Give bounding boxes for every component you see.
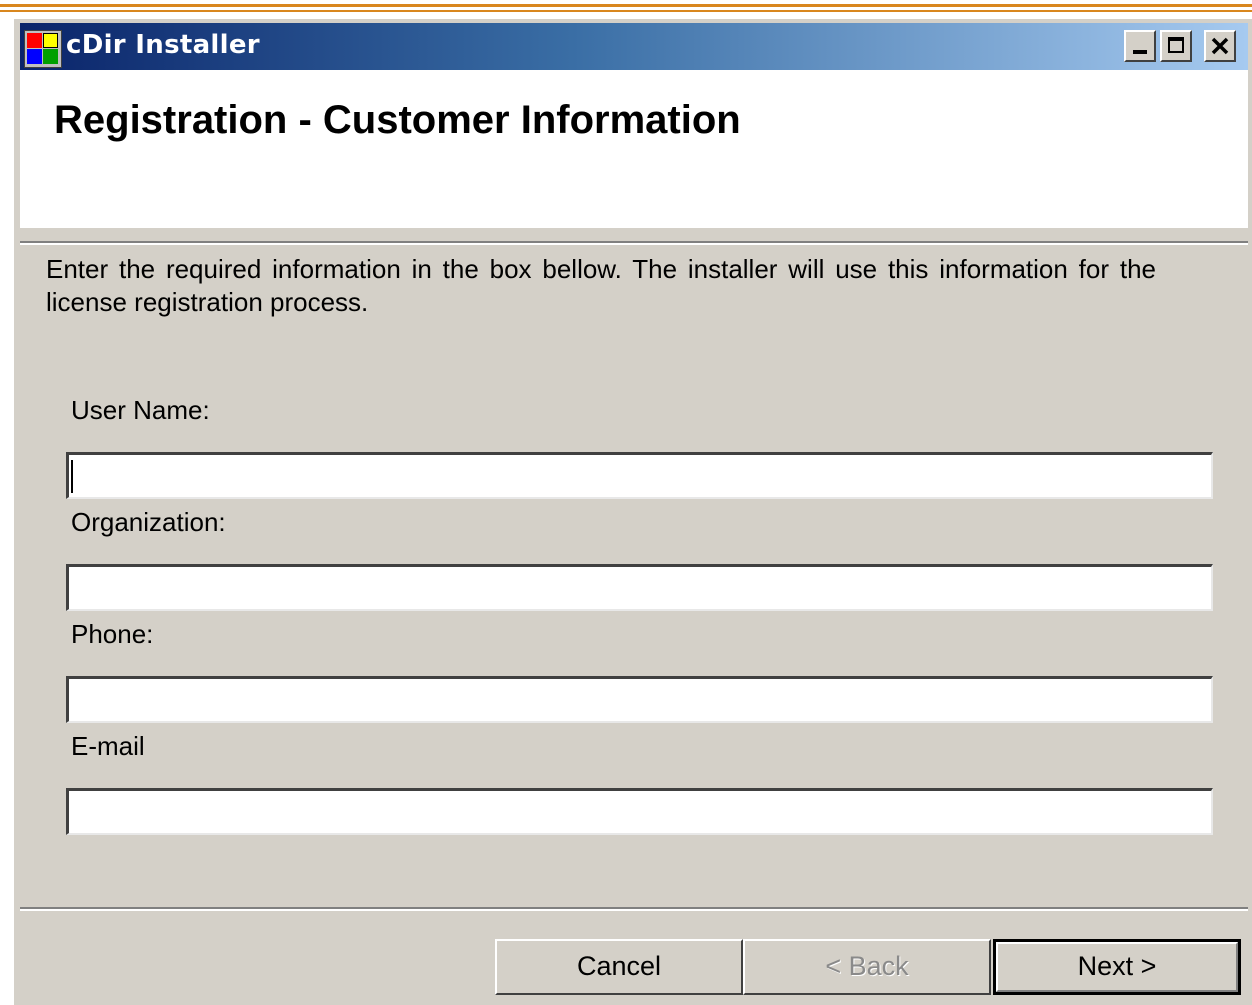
page-title: Registration - Customer Information	[54, 98, 741, 142]
title-bar[interactable]: cDir Installer	[20, 23, 1248, 70]
user-name-label: User Name:	[71, 395, 210, 425]
maximize-button[interactable]	[1160, 30, 1192, 62]
installer-window: cDir Installer Registration - Customer I…	[12, 17, 1252, 1005]
header-divider	[20, 241, 1248, 245]
close-icon	[1211, 37, 1229, 55]
phone-field[interactable]	[66, 676, 1213, 723]
close-button[interactable]	[1204, 30, 1236, 62]
footer-divider	[20, 907, 1248, 911]
user-name-field[interactable]	[66, 452, 1213, 499]
next-button[interactable]: Next >	[993, 939, 1241, 995]
text-caret	[71, 460, 73, 493]
minimize-icon	[1133, 50, 1147, 54]
organization-field[interactable]	[66, 564, 1213, 611]
app-icon[interactable]	[24, 30, 62, 68]
email-field[interactable]	[66, 788, 1213, 835]
page-top-rule	[0, 0, 1252, 16]
minimize-button[interactable]	[1124, 30, 1156, 62]
phone-label: Phone:	[71, 619, 154, 649]
cancel-button[interactable]: Cancel	[495, 939, 743, 995]
organization-label: Organization:	[71, 507, 226, 537]
email-label: E-mail	[71, 731, 145, 761]
header-panel: Registration - Customer Information	[20, 70, 1248, 228]
window-title: cDir Installer	[66, 30, 260, 60]
intro-text: Enter the required information in the bo…	[46, 254, 1156, 317]
back-button[interactable]: < Back	[743, 939, 991, 995]
maximize-icon	[1168, 37, 1184, 53]
